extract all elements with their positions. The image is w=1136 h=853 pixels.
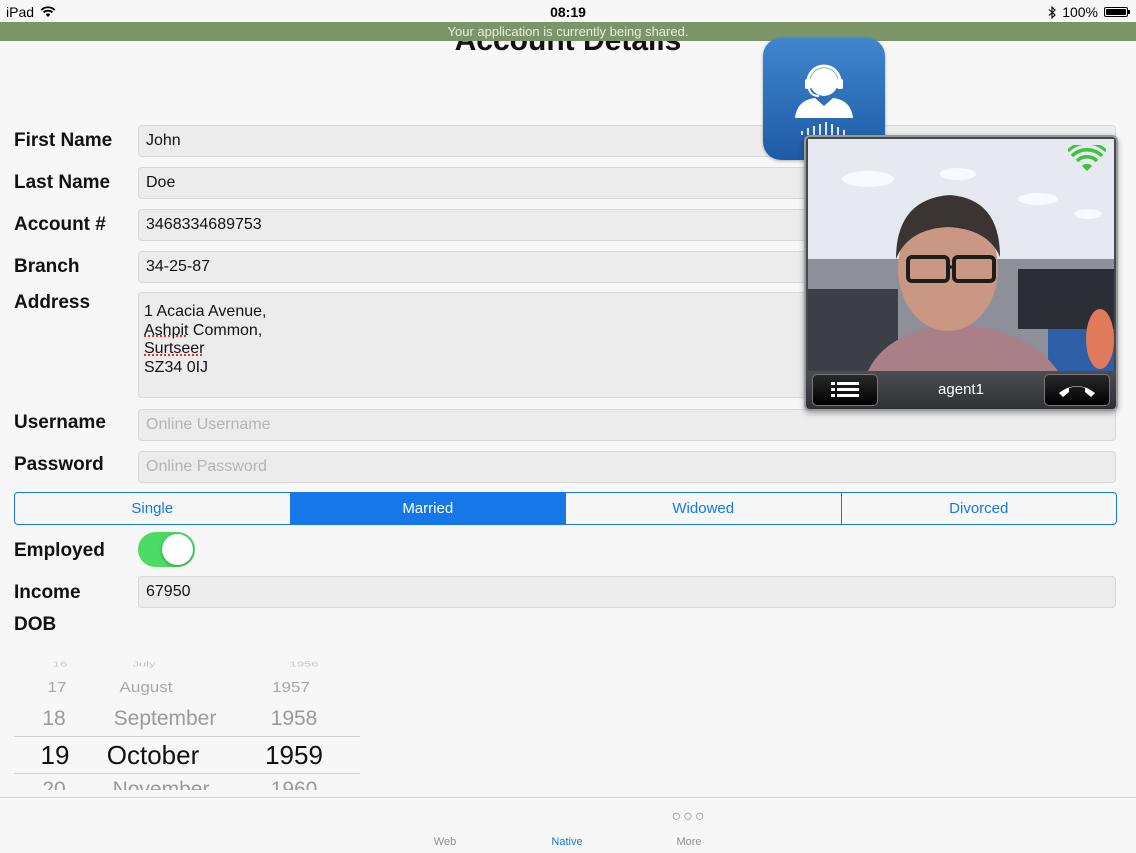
- employed-toggle[interactable]: [138, 532, 195, 567]
- address-label: Address: [14, 292, 91, 313]
- picker-day: 16: [52, 660, 68, 669]
- wifi-signal-icon: [1068, 145, 1106, 171]
- tab-more[interactable]: ○○○ More: [649, 798, 729, 853]
- picker-month: July: [132, 660, 156, 669]
- tab-more-label: More: [676, 836, 702, 848]
- office-scene-image: [808, 139, 1114, 371]
- picker-month: August: [119, 679, 173, 696]
- address-line-2-rest: Common,: [188, 321, 263, 339]
- marital-status-segmented-control[interactable]: Single Married Widowed Divorced: [14, 492, 1117, 525]
- dob-date-picker[interactable]: 16 July 1956 17 August 1957 18 September…: [14, 660, 360, 790]
- end-call-button[interactable]: [1044, 374, 1110, 406]
- tab-native-label: Native: [551, 836, 583, 848]
- bluetooth-icon: [1048, 5, 1056, 19]
- picker-row-selected: 19 October 1959: [14, 740, 360, 770]
- picker-row: 17 August 1957: [14, 679, 360, 705]
- picker-day: 17: [47, 679, 67, 696]
- username-label: Username: [14, 412, 106, 433]
- picker-month-selected: October: [106, 740, 200, 770]
- picker-year: 1958: [270, 707, 318, 730]
- toggle-knob: [162, 534, 193, 565]
- video-call-controls: agent1: [806, 371, 1116, 409]
- battery-icon: [1104, 7, 1130, 17]
- picker-year: 1957: [272, 679, 310, 696]
- picker-selection-line: [14, 773, 360, 774]
- picker-year-selected: 1959: [265, 740, 323, 770]
- tab-bar: Web Native ○○○ More: [0, 797, 1136, 853]
- picker-day: 18: [42, 707, 66, 730]
- battery-percent: 100%: [1062, 4, 1098, 20]
- address-line-3-city: Surtseer: [144, 340, 205, 357]
- picker-row: 16 July 1956: [14, 660, 360, 677]
- segment-divorced[interactable]: Divorced: [842, 493, 1117, 524]
- picker-month: November: [112, 778, 210, 790]
- password-field[interactable]: Online Password: [138, 451, 1116, 483]
- segment-single[interactable]: Single: [15, 493, 291, 524]
- account-number-label: Account #: [14, 214, 106, 235]
- branch-label: Branch: [14, 256, 80, 277]
- picker-selection-line: [14, 736, 360, 737]
- first-name-label: First Name: [14, 130, 113, 151]
- picker-row: 18 September 1958: [14, 707, 360, 737]
- address-line-2-town: Ashpit: [144, 321, 189, 339]
- hang-up-phone-icon: [1059, 386, 1095, 397]
- screen-share-banner: Your application is currently being shar…: [0, 22, 1136, 41]
- tab-web[interactable]: Web: [405, 798, 485, 853]
- agent-video-feed: [808, 139, 1114, 371]
- segment-married[interactable]: Married: [290, 493, 566, 524]
- picker-day: 20: [42, 778, 66, 790]
- picker-year: 1960: [270, 778, 318, 790]
- more-dots-icon: ○○○: [671, 808, 707, 825]
- password-label: Password: [14, 454, 104, 475]
- status-right: 100%: [1048, 4, 1130, 20]
- picker-row: 20 November 1960: [14, 778, 360, 790]
- dob-label: DOB: [14, 614, 57, 635]
- picker-month: September: [113, 707, 217, 730]
- income-label: Income: [14, 582, 81, 603]
- picker-year: 1956: [289, 660, 319, 669]
- tab-web-label: Web: [433, 836, 457, 848]
- video-call-window[interactable]: agent1: [804, 135, 1118, 411]
- status-time: 08:19: [550, 4, 586, 20]
- employed-label: Employed: [14, 540, 105, 561]
- last-name-label: Last Name: [14, 172, 111, 193]
- picker-day-selected: 19: [40, 740, 70, 770]
- segment-widowed[interactable]: Widowed: [566, 493, 842, 524]
- tab-native[interactable]: Native: [527, 798, 607, 853]
- status-bar: iPad 08:19 100%: [0, 0, 1136, 22]
- username-field[interactable]: Online Username: [138, 409, 1116, 441]
- income-field[interactable]: 67950: [138, 576, 1116, 608]
